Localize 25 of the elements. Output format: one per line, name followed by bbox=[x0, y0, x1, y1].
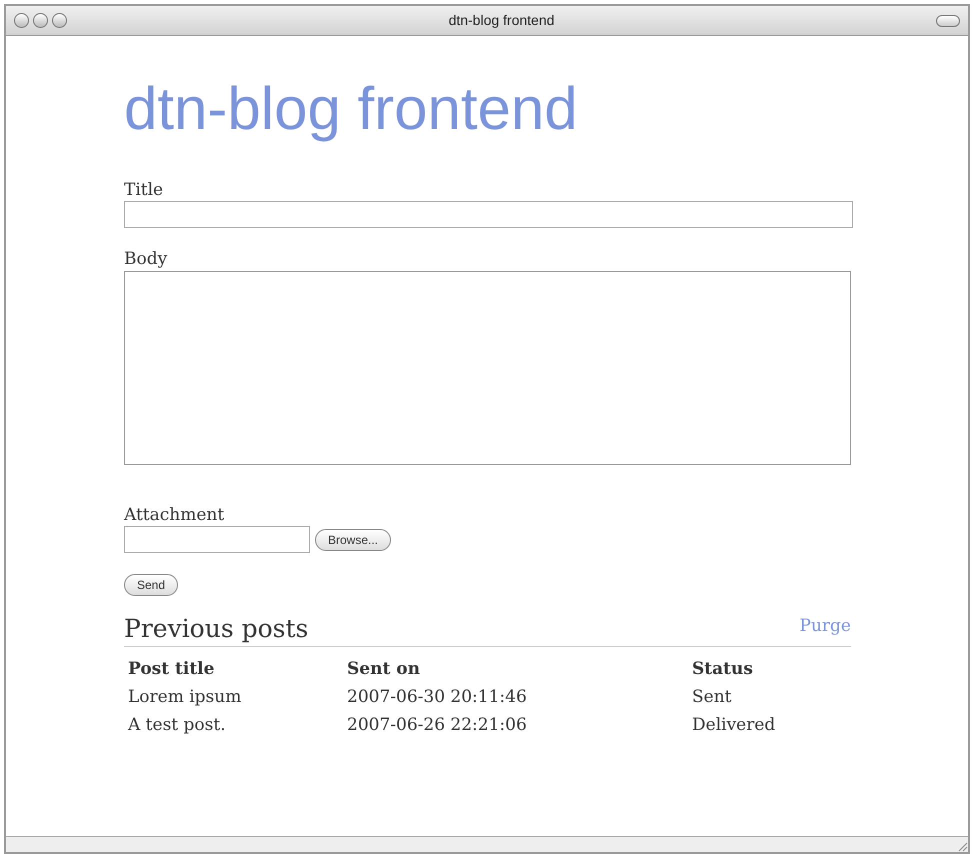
title-field[interactable] bbox=[124, 201, 853, 228]
section-heading: Previous posts bbox=[124, 614, 308, 644]
table-cell: 2007-06-26 22:21:06 bbox=[347, 715, 527, 735]
table-cell: Sent bbox=[692, 687, 732, 707]
field-label: Body bbox=[124, 249, 168, 269]
zoom-button[interactable] bbox=[52, 13, 67, 28]
resize-grip-icon[interactable] bbox=[956, 840, 968, 852]
attachment-field[interactable] bbox=[124, 526, 310, 553]
page-heading: dtn-blog frontend bbox=[124, 74, 579, 144]
table-cell: 2007-06-30 20:11:46 bbox=[347, 687, 527, 707]
close-button[interactable] bbox=[14, 13, 29, 28]
field-label: Attachment bbox=[124, 505, 224, 525]
body-field[interactable] bbox=[124, 271, 851, 465]
send-button[interactable]: Send bbox=[124, 574, 178, 596]
browse-button[interactable]: Browse... bbox=[315, 528, 392, 550]
table-cell: Delivered bbox=[692, 715, 776, 735]
column-header: Status bbox=[692, 659, 753, 679]
toolbar-toggle-button[interactable] bbox=[936, 14, 960, 26]
column-header: Post title bbox=[128, 659, 214, 679]
window-title: dtn-blog frontend bbox=[448, 11, 554, 30]
field-label: Title bbox=[124, 180, 164, 200]
column-header: Sent on bbox=[347, 659, 420, 679]
table-cell: Lorem ipsum bbox=[128, 687, 242, 707]
table-cell: A test post. bbox=[128, 715, 226, 735]
minimize-button[interactable] bbox=[33, 13, 48, 28]
